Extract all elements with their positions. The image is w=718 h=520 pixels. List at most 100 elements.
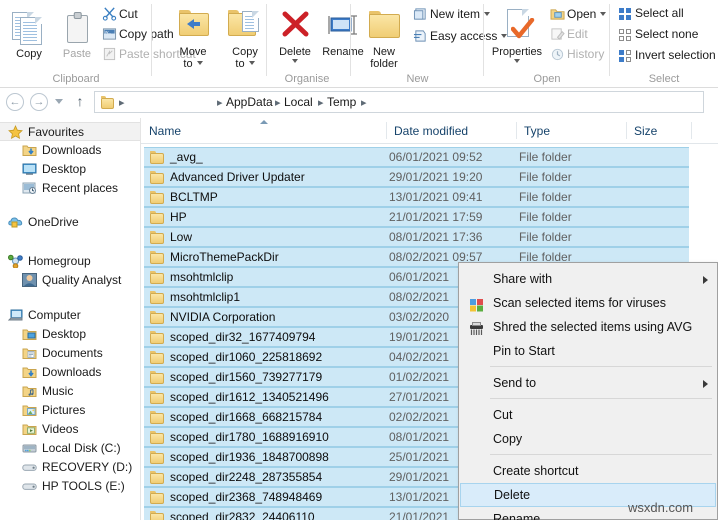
folder-icon: [150, 251, 164, 264]
file-row[interactable]: HP 21/01/2021 17:59 File folder: [144, 207, 689, 227]
column-divider[interactable]: [691, 122, 692, 139]
folder-icon: [150, 391, 164, 404]
cut-button[interactable]: Cut: [102, 5, 138, 24]
nav-item-desktop[interactable]: Desktop: [0, 325, 86, 344]
nav-item-desktop[interactable]: Desktop: [0, 160, 86, 179]
nav-item-label: OneDrive: [28, 215, 79, 229]
edit-button[interactable]: Edit: [550, 25, 588, 44]
address-bar: ← → ↑ ▸ ▸ AppData ▸ Local ▸ Temp ▸: [0, 88, 718, 116]
new-folder-button[interactable]: New folder: [361, 6, 407, 70]
nav-item-downloads[interactable]: Downloads: [0, 141, 101, 160]
file-row[interactable]: BCLTMP 13/01/2021 09:41 File folder: [144, 187, 689, 207]
context-menu-item-cut[interactable]: Cut: [460, 403, 718, 427]
move-to-label-line2: to: [183, 58, 193, 70]
forward-button[interactable]: →: [30, 93, 48, 111]
file-name: NVIDIA Corporation: [170, 310, 276, 324]
history-button[interactable]: History: [550, 45, 604, 64]
properties-button[interactable]: Properties: [489, 6, 545, 63]
breadcrumb-separator: ▸: [361, 97, 367, 109]
nav-item-label: Homegroup: [28, 254, 91, 268]
breadcrumb-appdata[interactable]: AppData: [226, 95, 273, 109]
nav-item-documents[interactable]: Documents: [0, 344, 103, 363]
new-item-icon: [413, 7, 430, 22]
context-menu-item-create-shortcut[interactable]: Create shortcut: [460, 459, 718, 483]
nav-item-homegroup[interactable]: Homegroup: [0, 252, 91, 271]
copy-button[interactable]: Copy: [6, 8, 52, 60]
file-date-modified: 29/01/2021 19:20: [389, 170, 483, 184]
delete-button[interactable]: Delete: [272, 6, 318, 63]
new-item-button[interactable]: New item: [413, 5, 491, 24]
nav-item-onedrive[interactable]: OneDrive: [0, 213, 79, 232]
up-button[interactable]: ↑: [72, 92, 88, 110]
file-row[interactable]: Advanced Driver Updater 29/01/2021 19:20 F…: [144, 167, 689, 187]
ribbon-group-label-new: New: [406, 73, 429, 85]
svg-text:W...: W...: [105, 30, 111, 34]
column-divider[interactable]: [386, 122, 387, 139]
select-all-button[interactable]: Select all: [618, 4, 684, 23]
history-button-label: History: [567, 47, 605, 61]
file-type: File folder: [519, 150, 572, 164]
nav-item-label: Music: [42, 384, 74, 398]
nav-item-local-disk-c[interactable]: Local Disk (C:): [0, 439, 121, 458]
paste-button[interactable]: Paste: [54, 8, 100, 60]
column-header-type[interactable]: Type: [516, 118, 626, 144]
context-menu-item-label: Scan selected items for viruses: [493, 296, 666, 310]
context-menu-item-share-with[interactable]: Share with: [460, 267, 718, 291]
shredder-icon: [469, 320, 484, 335]
breadcrumb-temp[interactable]: Temp: [327, 95, 356, 109]
file-name: Low: [170, 230, 193, 244]
column-header-size[interactable]: Size: [626, 118, 691, 144]
file-row[interactable]: Low 08/01/2021 17:36 File folder: [144, 227, 689, 247]
context-menu-item-send-to[interactable]: Send to: [460, 371, 718, 395]
folder-icon: [150, 511, 164, 520]
music-icon: [22, 384, 37, 398]
nav-item-label: Favourites: [28, 125, 85, 139]
address-input[interactable]: ▸ ▸ AppData ▸ Local ▸ Temp ▸: [94, 91, 704, 113]
pictures-icon: [22, 403, 37, 417]
open-button[interactable]: Open: [550, 5, 607, 24]
file-name: scoped_dir1668_668215784: [170, 410, 323, 424]
nav-item-videos[interactable]: Videos: [0, 420, 78, 439]
nav-item-downloads[interactable]: Downloads: [0, 363, 101, 382]
move-to-button[interactable]: Move to: [170, 6, 216, 70]
copy-to-button[interactable]: Copy to: [222, 6, 268, 70]
nav-item-label: RECOVERY (D:): [42, 460, 133, 474]
context-menu-item-label: Pin to Start: [493, 344, 555, 358]
column-header-date-modified[interactable]: Date modified: [386, 118, 516, 144]
column-divider[interactable]: [516, 122, 517, 139]
copy-to-icon: [222, 6, 268, 46]
user-icon: [22, 273, 37, 287]
file-date-modified: 08/02/2021: [389, 290, 450, 304]
copy-to-label-line2: to: [235, 58, 245, 70]
history-icon: [550, 47, 567, 62]
column-divider[interactable]: [626, 122, 627, 139]
back-button[interactable]: ←: [6, 93, 24, 111]
file-date-modified: 02/02/2021: [389, 410, 450, 424]
file-name: Advanced Driver Updater: [170, 170, 305, 184]
select-none-button[interactable]: Select none: [618, 25, 698, 44]
breadcrumb-local[interactable]: Local: [284, 95, 313, 109]
recent-locations-button[interactable]: [55, 99, 63, 104]
nav-item-pictures[interactable]: Pictures: [0, 401, 85, 420]
nav-item-recovery-d[interactable]: RECOVERY (D:): [0, 458, 132, 477]
context-menu-item-shred-the-selected-items-using-avg[interactable]: Shred the selected items using AVG: [460, 315, 718, 339]
copy-to-label-line1: Copy: [232, 46, 258, 58]
nav-item-music[interactable]: Music: [0, 382, 73, 401]
breadcrumb-separator: ▸: [318, 97, 324, 109]
nav-item-hp-tools-e[interactable]: HP TOOLS (E:): [0, 477, 125, 496]
context-menu-item-label: Send to: [493, 376, 537, 390]
context-menu-item-label: Copy: [493, 432, 523, 446]
nav-item-computer[interactable]: Computer: [0, 306, 81, 325]
context-menu-item-pin-to-start[interactable]: Pin to Start: [460, 339, 718, 363]
select-none-button-label: Select none: [635, 27, 699, 41]
folder-icon: [150, 351, 164, 364]
nav-item-favourites[interactable]: Favourites: [0, 122, 140, 141]
file-row[interactable]: _avg_ 06/01/2021 09:52 File folder: [144, 147, 689, 167]
context-menu-item-copy[interactable]: Copy: [460, 427, 718, 451]
nav-item-recent-places[interactable]: Recent places: [0, 179, 118, 198]
invert-selection-button[interactable]: Invert selection: [618, 46, 716, 65]
nav-item-quality-analyst[interactable]: Quality Analyst: [0, 271, 121, 290]
cut-button-label: Cut: [119, 7, 138, 21]
context-menu-item-scan-selected-items-for-viruses[interactable]: Scan selected items for viruses: [460, 291, 718, 315]
file-name: scoped_dir1936_1848700898: [170, 450, 329, 464]
